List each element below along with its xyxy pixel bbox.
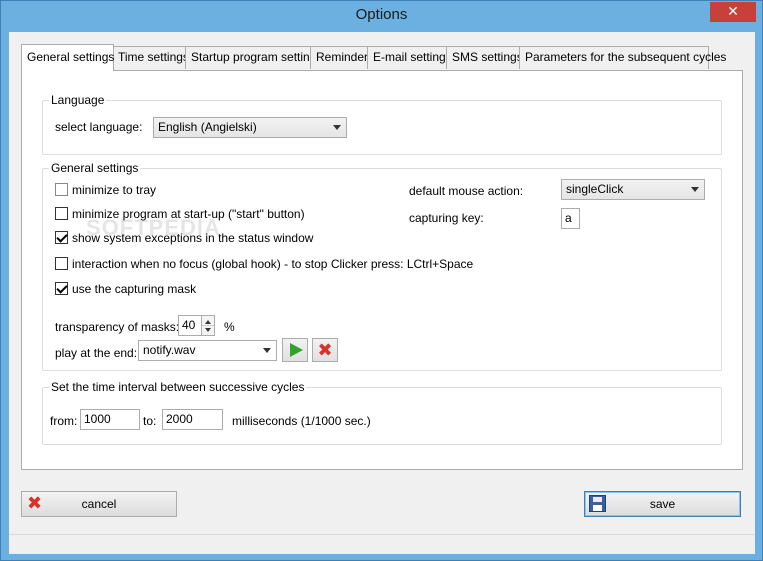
interval-from-input[interactable]: 1000 bbox=[80, 409, 140, 430]
minimize-at-startup-checkbox[interactable] bbox=[55, 207, 68, 220]
chevron-down-icon bbox=[691, 187, 699, 192]
close-button[interactable]: ✕ bbox=[710, 2, 756, 22]
play-icon bbox=[290, 343, 303, 357]
window-title: Options bbox=[355, 6, 408, 23]
mouse-action-select[interactable]: singleClick bbox=[561, 179, 705, 200]
capturing-mask-label: use the capturing mask bbox=[72, 282, 197, 296]
global-hook-checkbox[interactable] bbox=[55, 257, 68, 270]
show-exceptions-checkbox[interactable] bbox=[55, 231, 68, 244]
save-button-label: save bbox=[649, 497, 676, 511]
chevron-down-icon bbox=[263, 348, 271, 353]
capturing-key-input[interactable]: a bbox=[561, 208, 580, 229]
milliseconds-label: milliseconds (1/1000 sec.) bbox=[232, 414, 371, 428]
interval-to-input[interactable]: 2000 bbox=[162, 409, 223, 430]
language-group-label: Language bbox=[49, 93, 107, 107]
chevron-down-icon bbox=[333, 125, 341, 130]
transparency-input[interactable]: 40 bbox=[178, 315, 202, 336]
global-hook-label: interaction when no focus (global hook) … bbox=[72, 257, 474, 271]
save-disk-icon bbox=[589, 495, 606, 512]
play-sound-value: notify.wav bbox=[143, 343, 196, 357]
general-group-label: General settings bbox=[49, 161, 141, 175]
transparency-unit: % bbox=[224, 320, 235, 334]
stepper-divider bbox=[202, 325, 214, 326]
from-label: from: bbox=[50, 414, 78, 428]
to-label: to: bbox=[143, 414, 157, 428]
arrow-down-icon[interactable] bbox=[205, 328, 211, 332]
cancel-button[interactable]: ✖ cancel bbox=[21, 491, 177, 517]
bottom-divider bbox=[9, 534, 755, 535]
arrow-up-icon[interactable] bbox=[205, 320, 211, 324]
tab-general-settings[interactable]: General settings bbox=[21, 44, 114, 71]
tab-startup-program-settings[interactable]: Startup program settings bbox=[185, 46, 322, 69]
clear-sound-button[interactable]: ✖ bbox=[312, 338, 338, 362]
select-language-label: select language: bbox=[55, 120, 143, 134]
play-sound-select[interactable]: notify.wav bbox=[138, 340, 277, 361]
save-button[interactable]: save bbox=[584, 491, 741, 517]
tab-sms-settings[interactable]: SMS settings bbox=[446, 46, 523, 69]
default-mouse-action-label: default mouse action: bbox=[409, 184, 524, 198]
tab-time-settings[interactable]: Time settings bbox=[112, 46, 189, 69]
general-settings-page: SOFTPEDIA Language select language: Engl… bbox=[21, 70, 743, 470]
minimize-to-tray-label: minimize to tray bbox=[72, 183, 157, 197]
show-exceptions-label: show system exceptions in the status win… bbox=[72, 231, 314, 245]
title-bar[interactable]: Options ✕ bbox=[1, 1, 762, 32]
options-window: Options ✕ General settings Time settings… bbox=[0, 0, 763, 561]
mouse-action-value: singleClick bbox=[566, 182, 624, 196]
capturing-mask-checkbox[interactable] bbox=[55, 282, 68, 295]
transparency-label: transparency of masks: bbox=[55, 320, 180, 334]
cancel-button-label: cancel bbox=[81, 497, 117, 511]
cancel-icon: ✖ bbox=[26, 493, 43, 513]
capturing-key-label: capturing key: bbox=[409, 211, 484, 225]
transparency-stepper[interactable] bbox=[201, 315, 215, 336]
interval-group: Set the time interval between successive… bbox=[42, 380, 722, 445]
general-settings-group: General settings minimize to tray minimi… bbox=[42, 161, 722, 371]
tab-parameters-subsequent-cycles[interactable]: Parameters for the subsequent cycles bbox=[519, 46, 726, 69]
tab-reminder[interactable]: Reminder bbox=[310, 46, 368, 69]
client-area: General settings Time settings Startup p… bbox=[9, 32, 755, 554]
play-sound-button[interactable] bbox=[282, 338, 308, 362]
language-select[interactable]: English (Angielski) bbox=[153, 117, 347, 138]
minimize-at-startup-label: minimize program at start-up ("start" bu… bbox=[72, 207, 305, 221]
play-at-end-label: play at the end: bbox=[55, 346, 138, 360]
delete-icon: ✖ bbox=[317, 340, 333, 360]
interval-group-label: Set the time interval between successive… bbox=[49, 380, 307, 394]
minimize-to-tray-checkbox[interactable] bbox=[55, 183, 68, 196]
language-selected-value: English (Angielski) bbox=[158, 120, 257, 134]
language-group: Language select language: English (Angie… bbox=[42, 93, 722, 155]
tab-email-settings[interactable]: E-mail settings bbox=[367, 46, 452, 69]
